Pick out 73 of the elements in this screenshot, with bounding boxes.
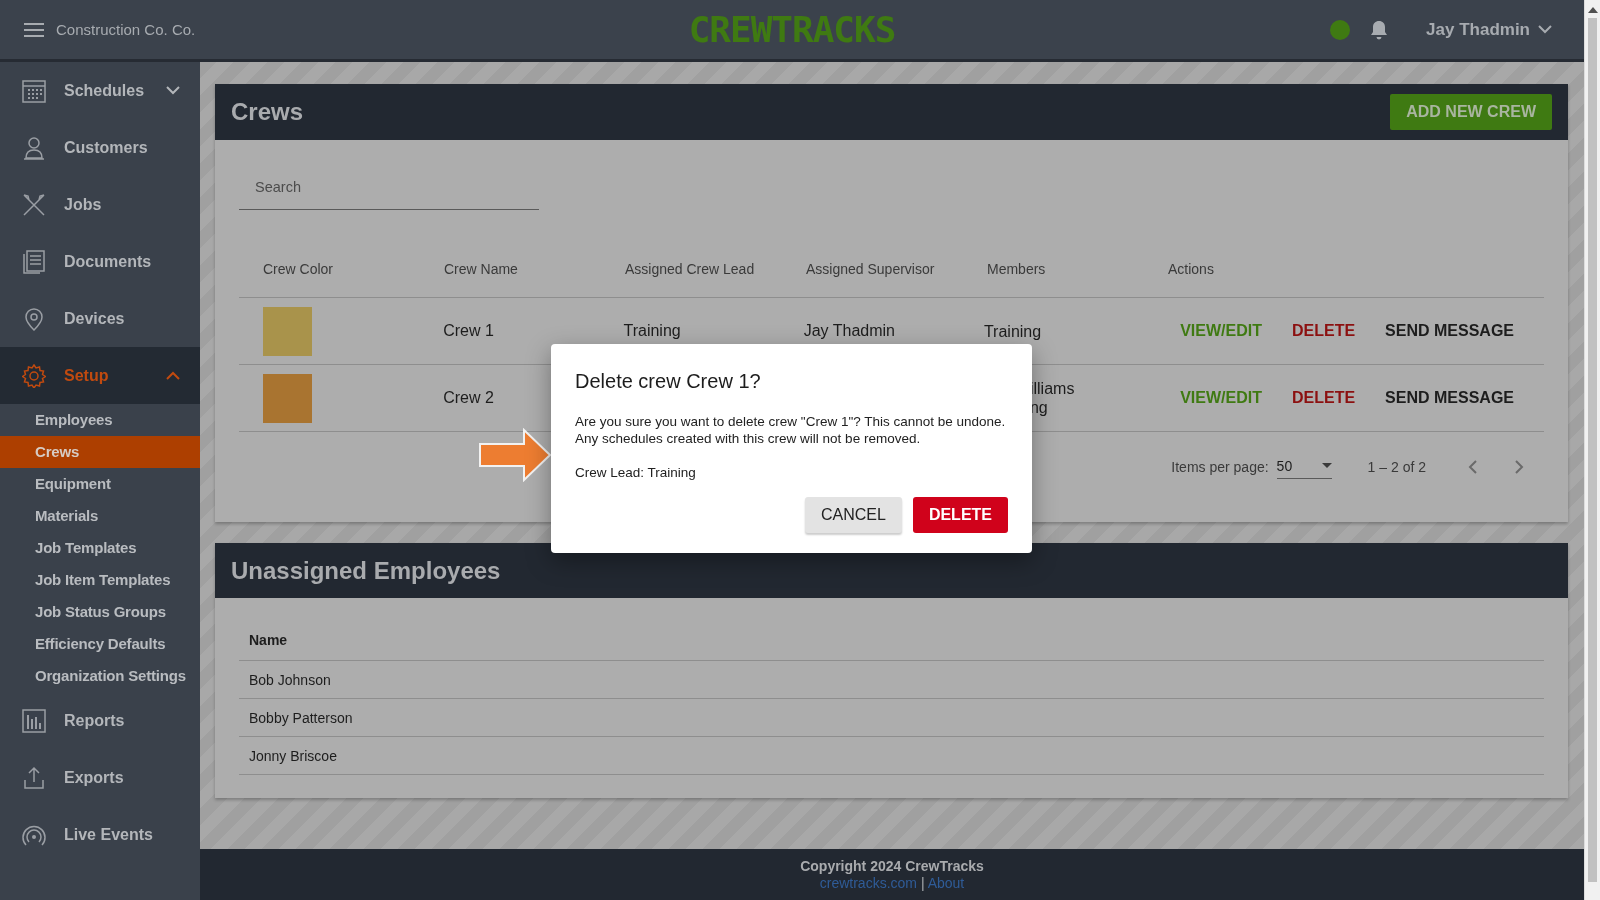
delete-link[interactable]: DELETE — [1291, 322, 1356, 340]
table-cell: Crew 2 — [443, 389, 494, 407]
table-cell: Bob Johnson — [249, 671, 331, 688]
chevron-down-icon — [1538, 25, 1552, 34]
column-header: Actions — [1167, 261, 1215, 277]
sidebar-subitem[interactable]: Crews — [0, 436, 200, 468]
status-indicator — [1330, 19, 1351, 40]
sidebar-subitem[interactable]: Job Templates — [0, 532, 200, 564]
send-message-link[interactable]: SEND MESSAGE — [1385, 322, 1514, 340]
page-range: 1 – 2 of 2 — [1367, 459, 1426, 475]
user-menu[interactable]: Jay Thadmin — [1426, 19, 1552, 40]
items-per-page-select[interactable]: 50 — [1276, 455, 1332, 479]
next-page-icon[interactable] — [1514, 460, 1524, 474]
sidebar-item[interactable]: Reports — [0, 692, 200, 749]
delete-button[interactable]: DELETE — [912, 497, 1008, 533]
table-cell: Crew 1 — [443, 322, 494, 340]
sidebar-subitem[interactable]: Materials — [0, 500, 200, 532]
sidebar-item[interactable]: Documents — [0, 233, 200, 290]
sidebar-item[interactable]: Customers — [0, 119, 200, 176]
documents-icon — [22, 249, 46, 274]
sidebar-subitem[interactable]: Job Item Templates — [0, 564, 200, 596]
tools-icon — [22, 192, 46, 217]
chevron-down-icon — [166, 86, 180, 95]
sidebar-item[interactable]: Jobs — [0, 176, 200, 233]
arrow-icon — [478, 428, 552, 482]
logo: CREWTRACKS — [688, 9, 896, 50]
company-name: Construction Co. Co. — [56, 21, 196, 38]
sidebar-subitem[interactable]: Employees — [0, 404, 200, 436]
card-title: Unassigned Employees — [231, 556, 501, 585]
separator-text: | — [920, 874, 925, 891]
search-field[interactable]: Search — [239, 164, 539, 210]
chevron-up-icon — [166, 371, 180, 380]
column-header: Assigned Supervisor — [805, 261, 936, 277]
calendar-icon — [22, 78, 46, 103]
send-message-link[interactable]: SEND MESSAGE — [1385, 389, 1514, 407]
column-header: Members — [986, 261, 1047, 277]
table-cell: Training — [983, 321, 1042, 341]
scrollbar-thumb[interactable] — [1588, 18, 1597, 882]
sidebar-subitem[interactable]: Organization Settings — [0, 660, 200, 692]
settings-icon — [22, 363, 46, 388]
sidebar-item[interactable]: Setup — [0, 347, 200, 404]
sidebar-item[interactable]: Live Events — [0, 806, 200, 863]
upload-icon — [22, 765, 46, 790]
sidebar-item[interactable]: Exports — [0, 749, 200, 806]
delete-link[interactable]: DELETE — [1291, 389, 1356, 407]
card-title: Crews — [231, 98, 304, 126]
sidebar-subitem[interactable]: Efficiency Defaults — [0, 628, 200, 660]
table-cell: Bobby Patterson — [249, 709, 353, 726]
dialog-message: Are you sure you want to delete crew "Crew 1"? This cannot be undone. Any schedules created with this crew will not be removed. — [575, 413, 1007, 447]
person-icon — [22, 135, 46, 160]
table-cell: Jonny Briscoe — [249, 747, 337, 764]
location-pin-icon — [22, 306, 46, 331]
copyright-text: Copyright 2024 CrewTracks — [800, 857, 984, 875]
dropdown-arrow-icon — [1321, 463, 1332, 468]
sidebar-subitem[interactable]: Equipment — [0, 468, 200, 500]
column-header: Name — [249, 632, 288, 648]
bell-icon[interactable] — [1370, 19, 1389, 40]
table-cell: Jay Thadmin — [803, 322, 895, 340]
sidebar-item[interactable]: Devices — [0, 290, 200, 347]
items-per-page-label: Items per page: — [1171, 459, 1269, 475]
previous-page-icon[interactable] — [1468, 460, 1478, 474]
dialog-title: Delete crew Crew 1? — [575, 370, 762, 393]
crew-lead-text: Crew Lead: Training — [575, 464, 697, 481]
sidebar-subitem[interactable]: Job Status Groups — [0, 596, 200, 628]
bar-chart-icon — [22, 708, 46, 733]
column-header: Crew Name — [443, 261, 519, 277]
table-cell: Training — [623, 322, 681, 340]
scroll-up-icon[interactable] — [1587, 6, 1598, 14]
column-header: Crew Color — [262, 261, 334, 277]
menu-icon[interactable] — [24, 22, 44, 37]
column-header: Assigned Crew Lead — [624, 261, 756, 277]
cancel-button[interactable]: CANCEL — [804, 497, 902, 533]
sidebar-item[interactable]: Schedules — [0, 62, 200, 119]
